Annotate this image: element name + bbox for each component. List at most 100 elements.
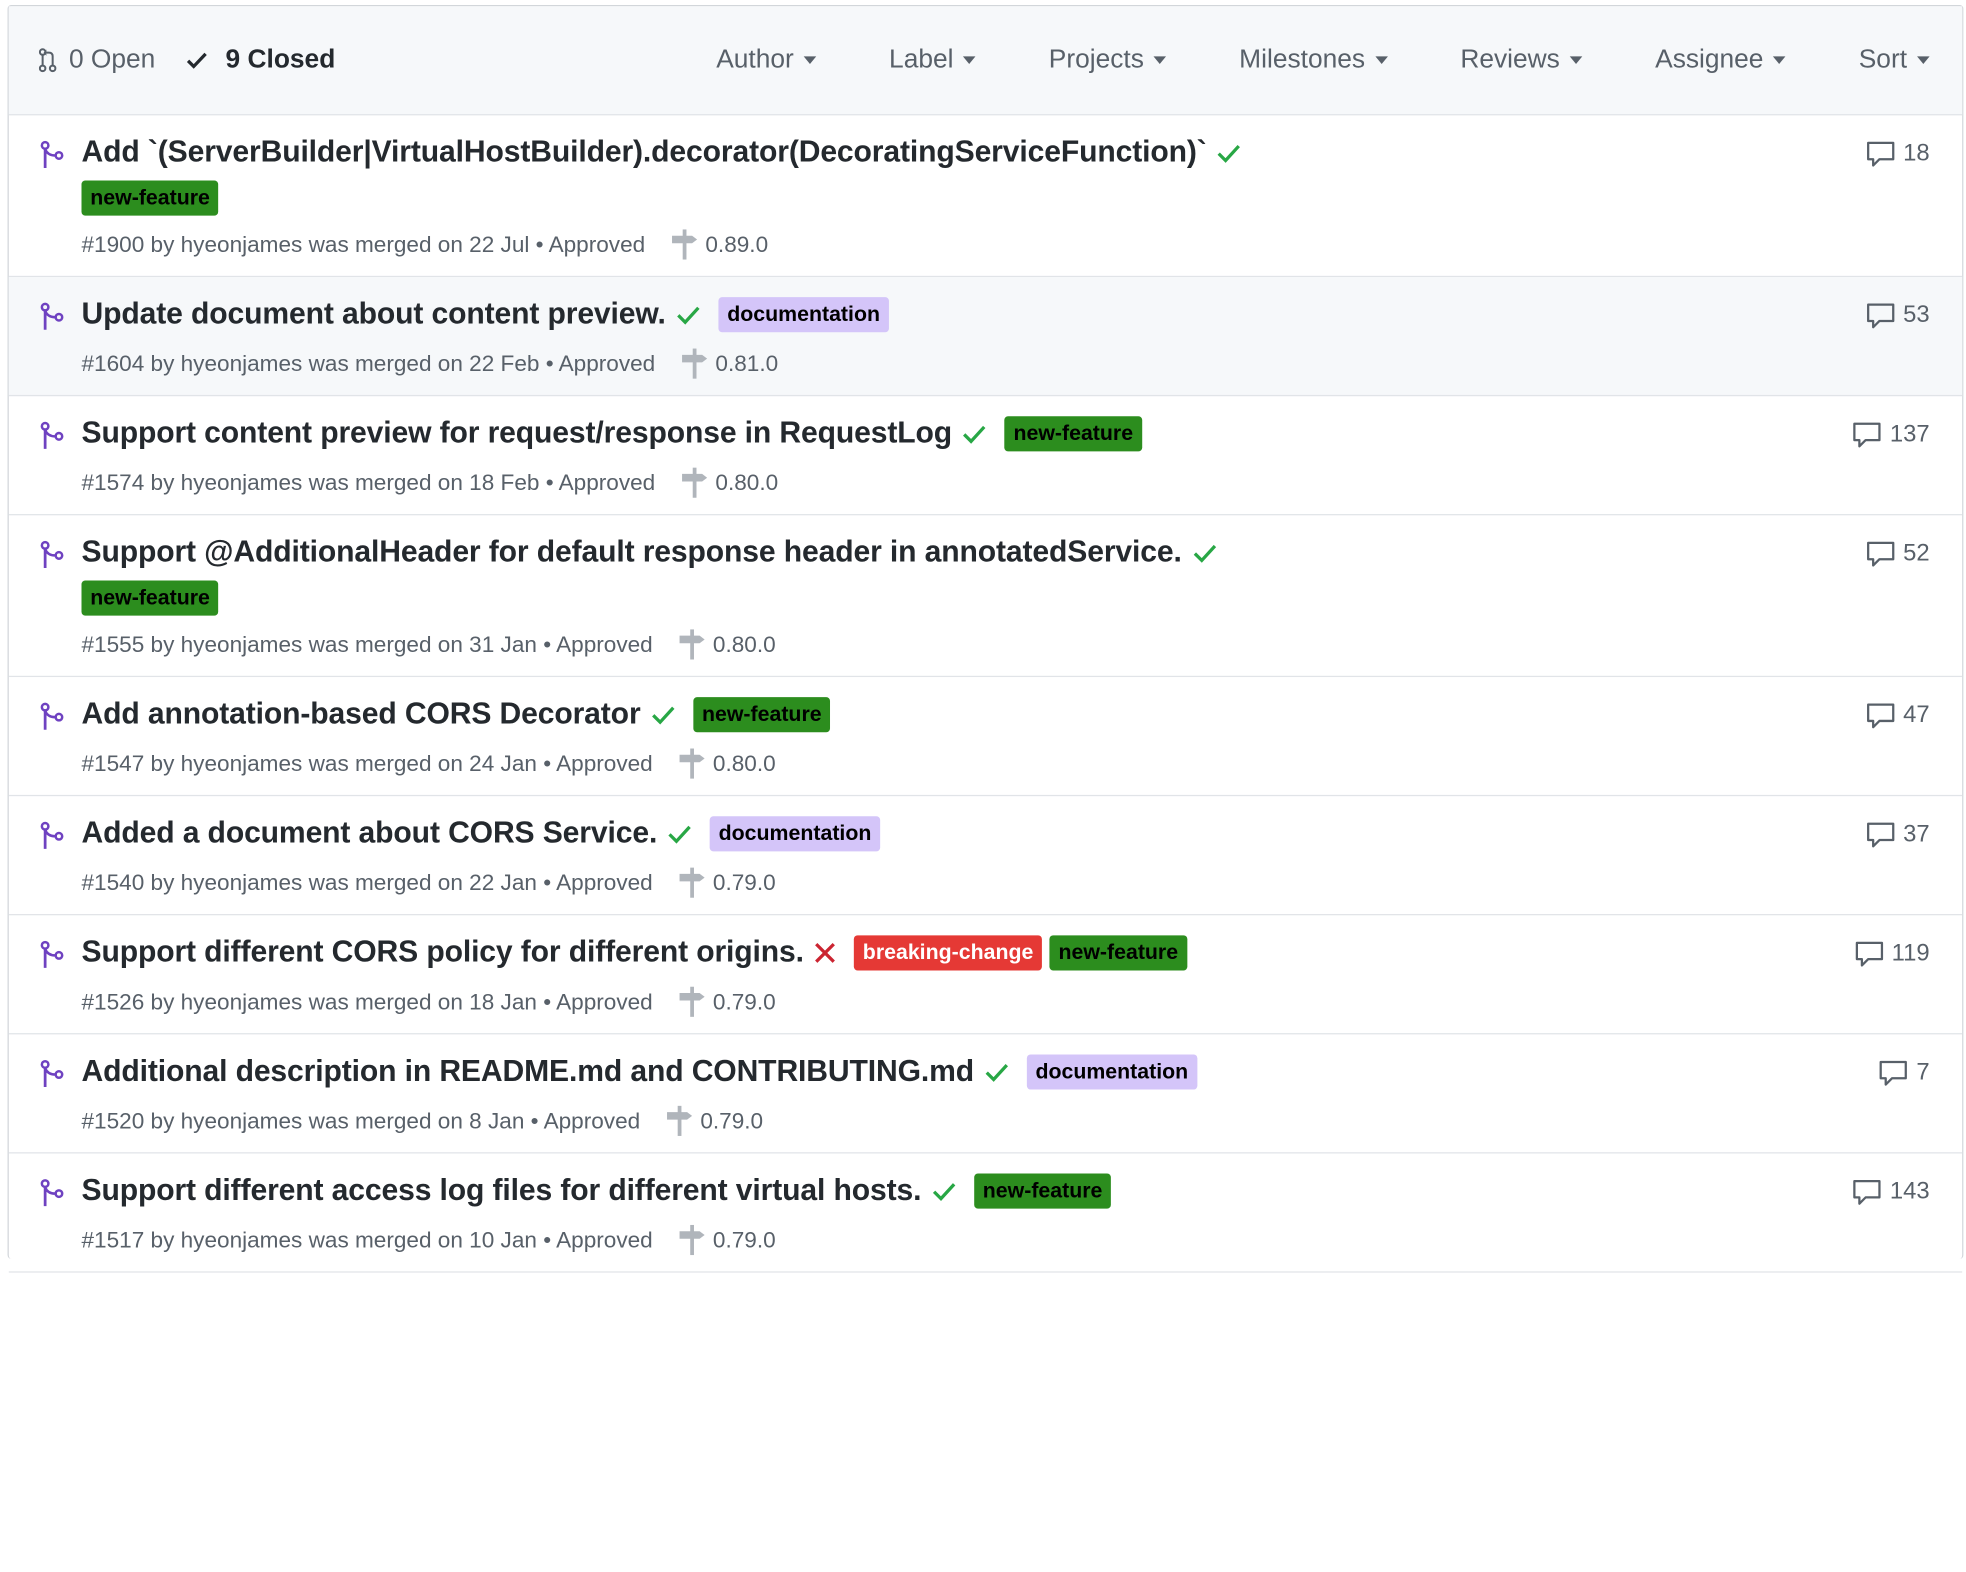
title-line: Support different access log files for d… bbox=[81, 1173, 1112, 1209]
pull-request-title[interactable]: Support @AdditionalHeader for default re… bbox=[81, 535, 1181, 570]
comment-count[interactable]: 37 bbox=[1865, 821, 1930, 849]
comment-icon bbox=[1866, 703, 1895, 729]
pull-request-title[interactable]: Additional description in README.md and … bbox=[81, 1054, 974, 1089]
check-icon bbox=[186, 52, 207, 69]
label-documentation[interactable]: documentation bbox=[709, 816, 881, 852]
milestone[interactable]: 0.80.0 bbox=[678, 747, 776, 780]
pull-request-title[interactable]: Update document about content preview. bbox=[81, 297, 665, 332]
milestones-filter-label: Milestones bbox=[1239, 45, 1366, 74]
comment-icon bbox=[1866, 141, 1895, 167]
labels: new-feature bbox=[686, 697, 831, 733]
pull-request-title[interactable]: Support content preview for request/resp… bbox=[81, 416, 952, 451]
comment-icon bbox=[1853, 422, 1881, 448]
comment-count[interactable]: 7 bbox=[1879, 1059, 1930, 1087]
pull-request-meta: #1574 by hyeonjames was merged on 18 Feb… bbox=[81, 466, 778, 499]
pull-request-row[interactable]: Support different CORS policy for differ… bbox=[8, 915, 1963, 1035]
status-success[interactable] bbox=[651, 703, 676, 726]
closed-filter[interactable]: 9 Closed bbox=[185, 45, 335, 75]
comment-count-value: 52 bbox=[1903, 540, 1930, 567]
pull-request-title[interactable]: Support different access log files for d… bbox=[81, 1174, 921, 1209]
pull-request-icon bbox=[38, 48, 57, 73]
merged-pr-icon bbox=[40, 1179, 64, 1207]
pull-request-title[interactable]: Support different CORS policy for differ… bbox=[81, 935, 804, 970]
check-icon bbox=[651, 706, 675, 725]
author-filter[interactable]: Author bbox=[716, 45, 817, 75]
label-filter-label: Label bbox=[889, 45, 954, 74]
label-breaking-change[interactable]: breaking-change bbox=[854, 935, 1043, 971]
comment-count[interactable]: 52 bbox=[1865, 540, 1930, 568]
pull-request-row[interactable]: Support content preview for request/resp… bbox=[8, 396, 1963, 516]
chevron-down-icon bbox=[1917, 56, 1930, 64]
milestone-label: 0.79.0 bbox=[712, 1226, 776, 1252]
label-new-feature[interactable]: new-feature bbox=[81, 180, 219, 216]
comment-count[interactable]: 119 bbox=[1854, 940, 1930, 968]
pull-request-row[interactable]: Added a document about CORS Service. docu… bbox=[8, 796, 1963, 916]
status-success[interactable] bbox=[1217, 142, 1242, 165]
comment-count-value: 18 bbox=[1903, 140, 1930, 167]
assignee-filter[interactable]: Assignee bbox=[1655, 45, 1787, 75]
merged-pr-icon-wrap bbox=[39, 140, 67, 176]
title-line: Support content preview for request/resp… bbox=[81, 416, 1142, 452]
status-success[interactable] bbox=[676, 303, 701, 326]
meta-text: #1540 by hyeonjames was merged on 22 Jan… bbox=[81, 869, 653, 895]
comment-count-value: 53 bbox=[1903, 302, 1930, 329]
label-new-feature[interactable]: new-feature bbox=[1004, 416, 1142, 452]
label-new-feature[interactable]: new-feature bbox=[973, 1173, 1112, 1209]
comment-count[interactable]: 143 bbox=[1852, 1179, 1930, 1207]
title-line: Update document about content preview. do… bbox=[81, 297, 889, 333]
labels: documentation bbox=[702, 816, 881, 852]
status-success[interactable] bbox=[931, 1180, 956, 1203]
pull-request-rows: Add `(ServerBuilder|VirtualHostBuilder).… bbox=[8, 115, 1963, 1273]
label-documentation[interactable]: documentation bbox=[718, 297, 889, 333]
status-success[interactable] bbox=[984, 1061, 1009, 1084]
projects-filter-label: Projects bbox=[1048, 45, 1144, 74]
status-success[interactable] bbox=[667, 822, 692, 845]
open-filter[interactable]: 0 Open bbox=[38, 45, 155, 75]
milestone[interactable]: 0.79.0 bbox=[678, 1224, 776, 1257]
merged-pr-icon bbox=[40, 702, 64, 730]
label-documentation[interactable]: documentation bbox=[1026, 1054, 1197, 1090]
sort-filter-label: Sort bbox=[1858, 45, 1908, 74]
milestone[interactable]: 0.80.0 bbox=[680, 466, 778, 499]
label-new-feature[interactable]: new-feature bbox=[1049, 935, 1187, 971]
milestone[interactable]: 0.81.0 bbox=[680, 347, 778, 380]
merged-pr-icon-wrap bbox=[39, 821, 67, 857]
label-new-feature[interactable]: new-feature bbox=[693, 697, 831, 733]
milestone[interactable]: 0.89.0 bbox=[670, 228, 768, 261]
check-icon bbox=[1193, 544, 1216, 563]
milestone-icon bbox=[671, 229, 697, 260]
milestones-filter[interactable]: Milestones bbox=[1239, 45, 1388, 75]
status-failure[interactable] bbox=[814, 942, 837, 965]
pull-request-row[interactable]: Additional description in README.md and … bbox=[8, 1034, 1963, 1154]
label-new-feature[interactable]: new-feature bbox=[81, 580, 219, 616]
labels: new-feature bbox=[74, 180, 219, 216]
pull-request-title[interactable]: Add annotation-based CORS Decorator bbox=[81, 697, 640, 732]
comment-count[interactable]: 18 bbox=[1865, 140, 1930, 168]
comment-count[interactable]: 53 bbox=[1865, 302, 1930, 330]
pull-request-row[interactable]: Add `(ServerBuilder|VirtualHostBuilder).… bbox=[8, 115, 1963, 278]
assignee-filter-label: Assignee bbox=[1655, 45, 1764, 74]
milestone-icon bbox=[681, 348, 707, 379]
projects-filter[interactable]: Projects bbox=[1049, 45, 1167, 75]
comment-count[interactable]: 137 bbox=[1852, 421, 1930, 449]
pull-request-row[interactable]: Update document about content preview. do… bbox=[8, 277, 1963, 397]
milestone[interactable]: 0.79.0 bbox=[678, 866, 776, 899]
label-filter[interactable]: Label bbox=[889, 45, 977, 75]
milestone-label: 0.80.0 bbox=[712, 631, 776, 657]
pull-request-row[interactable]: Support different access log files for d… bbox=[8, 1153, 1963, 1273]
pull-request-title[interactable]: Added a document about CORS Service. bbox=[81, 816, 657, 851]
comment-count[interactable]: 47 bbox=[1865, 702, 1930, 730]
sort-filter[interactable]: Sort bbox=[1859, 45, 1930, 75]
reviews-filter[interactable]: Reviews bbox=[1460, 45, 1583, 75]
status-success[interactable] bbox=[962, 423, 987, 446]
pull-request-row[interactable]: Add annotation-based CORS Decorator new-f… bbox=[8, 677, 1963, 797]
pull-request-row[interactable]: Support @AdditionalHeader for default re… bbox=[8, 515, 1963, 678]
pull-request-title[interactable]: Add `(ServerBuilder|VirtualHostBuilder).… bbox=[81, 135, 1206, 170]
status-success[interactable] bbox=[1192, 542, 1217, 565]
milestone[interactable]: 0.80.0 bbox=[678, 628, 776, 661]
milestone[interactable]: 0.79.0 bbox=[665, 1105, 763, 1138]
milestone-icon bbox=[679, 1224, 705, 1256]
milestone-label: 0.80.0 bbox=[712, 750, 776, 776]
milestone[interactable]: 0.79.0 bbox=[678, 985, 776, 1018]
comment-count-value: 119 bbox=[1891, 940, 1930, 967]
